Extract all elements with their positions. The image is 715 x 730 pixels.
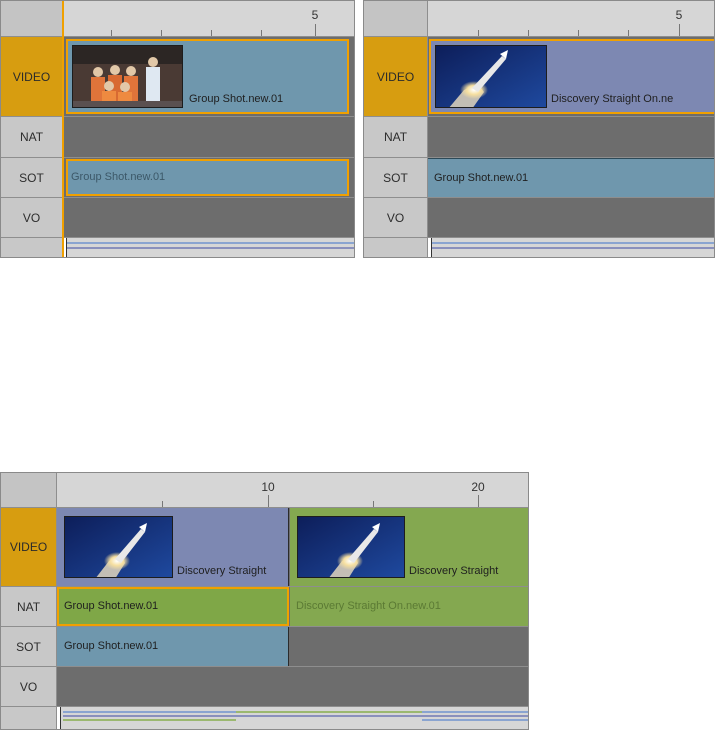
nat-track[interactable]: Group Shot.new.01 Discovery Straight On.… [57, 587, 528, 627]
clip-name: Discovery Straight On.ne [551, 93, 674, 105]
clip-name: Discovery Straight [177, 565, 267, 577]
ruler-tick [679, 24, 680, 36]
clip-thumbnail [72, 45, 183, 108]
ruler-tick [161, 30, 162, 36]
track-label-nat[interactable]: NAT [1, 117, 63, 158]
ruler-tick [162, 501, 163, 507]
bottom-strip-label [1, 707, 57, 729]
timecode-ruler[interactable]: 10 20 [57, 473, 528, 508]
overview-bar [63, 715, 528, 717]
nat-clip[interactable]: Group Shot.new.01 [57, 587, 289, 626]
ruler-tick [478, 30, 479, 36]
video-track[interactable]: Discovery Straight Discovery Straight [57, 508, 528, 587]
track-label-video[interactable]: VIDEO [1, 37, 63, 117]
video-clip[interactable]: Discovery Straight [290, 508, 528, 586]
clip-thumbnail [64, 516, 173, 578]
clip-name: Group Shot.new.01 [71, 171, 166, 183]
overview-strip[interactable] [428, 238, 714, 257]
overview-bar [432, 242, 714, 244]
video-clip[interactable]: Group Shot.new.01 [66, 39, 349, 114]
bottom-strip-label [364, 238, 428, 257]
ruler-tick [628, 30, 629, 36]
clip-name: Group Shot.new.01 [64, 600, 159, 612]
ruler-tick [268, 495, 269, 507]
position-marker[interactable] [428, 238, 432, 257]
timecode-ruler[interactable]: 5 [63, 1, 354, 37]
track-label-sot[interactable]: SOT [1, 627, 57, 667]
overview-bar [432, 247, 714, 249]
nat-track[interactable] [428, 117, 714, 158]
ruler-number: 10 [261, 480, 275, 494]
overview-strip[interactable] [63, 238, 354, 257]
overview-bar [422, 711, 528, 713]
video-track[interactable]: Discovery Straight On.ne [428, 37, 714, 117]
track-label-vo[interactable]: VO [1, 198, 63, 238]
ruler-tick [261, 30, 262, 36]
ruler-number: 5 [675, 8, 683, 22]
vo-track[interactable] [63, 198, 354, 238]
sot-clip[interactable]: Group Shot.new.01 [57, 627, 289, 666]
overview-bar [236, 711, 422, 713]
track-label-vo[interactable]: VO [364, 198, 428, 238]
video-clip[interactable]: Discovery Straight [57, 508, 289, 586]
ruler-tick [111, 30, 112, 36]
vo-track[interactable] [428, 198, 714, 238]
overview-bar [67, 247, 354, 249]
vo-track[interactable] [57, 667, 528, 707]
track-label-sot[interactable]: SOT [364, 158, 428, 198]
clip-name: Group Shot.new.01 [434, 172, 529, 184]
sot-track[interactable]: Group Shot.new.01 [428, 158, 714, 198]
ruler-number: 20 [471, 480, 485, 494]
overview-strip[interactable] [57, 707, 528, 729]
position-marker[interactable] [57, 707, 61, 729]
track-label-sot[interactable]: SOT [1, 158, 63, 198]
timecode-ruler[interactable]: 5 [428, 1, 714, 37]
sot-track[interactable]: Group Shot.new.01 [63, 158, 354, 198]
track-label-video[interactable]: VIDEO [1, 508, 57, 587]
clip-name: Group Shot.new.01 [189, 93, 284, 105]
overview-bar [67, 242, 354, 244]
group-photo-thumbnail [73, 46, 182, 107]
ruler-corner [1, 1, 63, 37]
ruler-tick [315, 24, 316, 36]
overview-bar [63, 719, 236, 721]
sot-track[interactable]: Group Shot.new.01 [57, 627, 528, 667]
shuttle-launch-thumbnail [436, 46, 546, 107]
playhead[interactable] [62, 1, 64, 257]
ruler-number: 5 [311, 8, 319, 22]
bottom-strip-label [1, 238, 63, 257]
nat-track[interactable] [63, 117, 354, 158]
ruler-tick [528, 30, 529, 36]
timeline-panel-1: 5 VIDEO Group Shot.new.01 NAT SOT Group … [0, 0, 355, 258]
ruler-tick [578, 30, 579, 36]
track-label-vo[interactable]: VO [1, 667, 57, 707]
clip-thumbnail [297, 516, 405, 578]
ruler-corner [1, 473, 57, 508]
clip-name: Discovery Straight [409, 565, 499, 577]
track-label-video[interactable]: VIDEO [364, 37, 428, 117]
video-track[interactable]: Group Shot.new.01 [63, 37, 354, 117]
shuttle-launch-thumbnail [65, 517, 172, 577]
clip-thumbnail [435, 45, 547, 108]
clip-name: Discovery Straight On.new.01 [296, 600, 441, 612]
ruler-tick [373, 501, 374, 507]
sot-clip[interactable]: Group Shot.new.01 [428, 158, 714, 197]
nat-clip[interactable]: Discovery Straight On.new.01 [290, 587, 528, 626]
overview-bar [422, 719, 528, 721]
video-clip[interactable]: Discovery Straight On.ne [429, 39, 714, 114]
ruler-corner [364, 1, 428, 37]
ruler-tick [211, 30, 212, 36]
clip-name: Group Shot.new.01 [64, 640, 159, 652]
track-label-nat[interactable]: NAT [364, 117, 428, 158]
ruler-tick [478, 495, 479, 507]
overview-bar [63, 711, 236, 713]
shuttle-launch-thumbnail [298, 517, 404, 577]
track-label-nat[interactable]: NAT [1, 587, 57, 627]
timeline-panel-2: 5 VIDEO Discovery Straight On.ne NAT SOT… [363, 0, 715, 258]
timeline-panel-3: 10 20 VIDEO Discovery Straight Discovery… [0, 472, 529, 730]
sot-clip[interactable]: Group Shot.new.01 [66, 159, 349, 196]
